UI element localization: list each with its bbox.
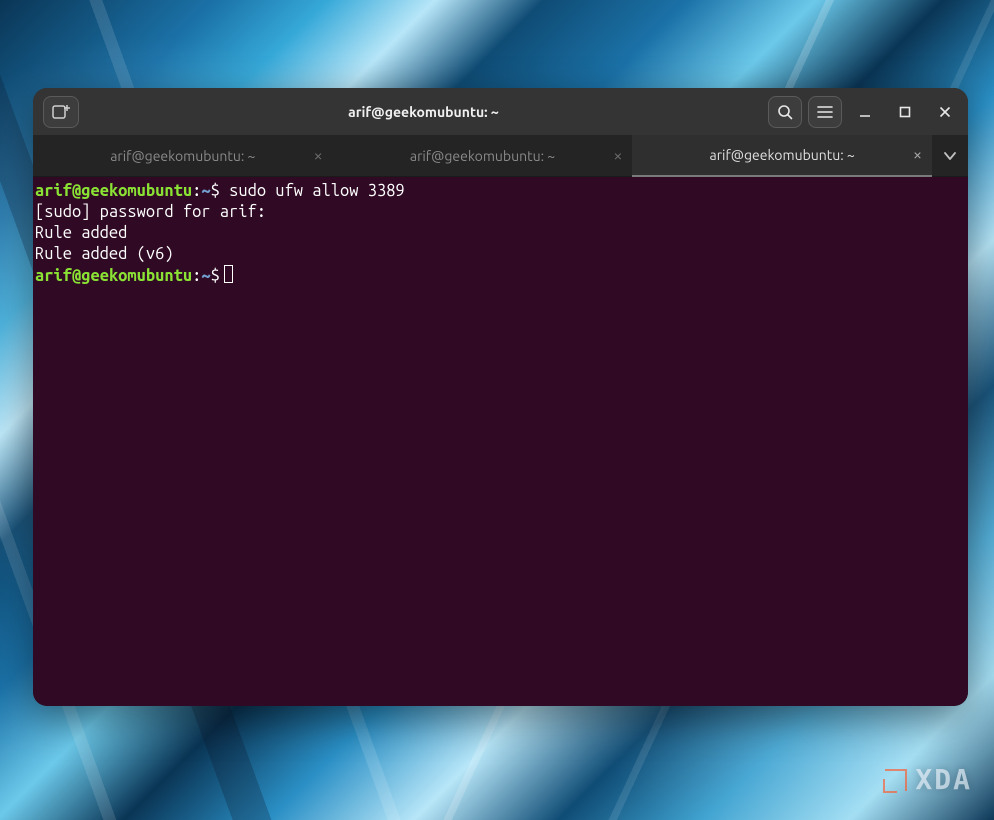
- chevron-down-icon: [944, 151, 956, 161]
- watermark-text: XDA: [915, 763, 972, 796]
- close-button[interactable]: [928, 96, 962, 128]
- watermark-logo-icon: [885, 769, 907, 791]
- desktop-background: arif@geekomubuntu: ~: [0, 0, 994, 820]
- new-tab-button[interactable]: [43, 96, 79, 128]
- new-tab-icon: [52, 104, 70, 120]
- titlebar: arif@geekomubuntu: ~: [33, 88, 968, 135]
- prompt-user: arif@geekomubuntu: [35, 182, 192, 200]
- watermark: XDA: [885, 763, 972, 796]
- prompt-user: arif@geekomubuntu: [35, 267, 192, 285]
- output-line: Rule added: [35, 224, 127, 242]
- tab-close-button[interactable]: ×: [913, 147, 922, 163]
- tab-close-button[interactable]: ×: [613, 148, 622, 164]
- output-line: [sudo] password for arif:: [35, 203, 266, 221]
- prompt-symbol: $: [211, 267, 220, 285]
- search-button[interactable]: [768, 96, 802, 128]
- hamburger-menu-button[interactable]: [808, 96, 842, 128]
- minimize-button[interactable]: [848, 96, 882, 128]
- hamburger-icon: [817, 105, 833, 119]
- minimize-icon: [859, 106, 871, 118]
- terminal-tab-2[interactable]: arif@geekomubuntu: ~ ×: [333, 135, 633, 177]
- tab-close-button[interactable]: ×: [314, 148, 323, 164]
- titlebar-right-group: [768, 96, 962, 128]
- command-text: sudo ufw allow 3389: [229, 182, 405, 200]
- maximize-button[interactable]: [888, 96, 922, 128]
- terminal-window: arif@geekomubuntu: ~: [33, 88, 968, 706]
- maximize-icon: [899, 106, 911, 118]
- cursor: [224, 265, 234, 283]
- tab-label: arif@geekomubuntu: ~: [710, 147, 855, 163]
- terminal-tab-3[interactable]: arif@geekomubuntu: ~ ×: [632, 135, 932, 177]
- search-icon: [777, 104, 793, 120]
- prompt-path: ~: [201, 267, 210, 285]
- close-icon: [939, 106, 951, 118]
- tab-label: arif@geekomubuntu: ~: [410, 148, 555, 164]
- terminal-tab-1[interactable]: arif@geekomubuntu: ~ ×: [33, 135, 333, 177]
- terminal-output-area[interactable]: arif@geekomubuntu:~$ sudo ufw allow 3389…: [33, 177, 968, 706]
- prompt-path: ~: [201, 182, 210, 200]
- window-title: arif@geekomubuntu: ~: [85, 104, 762, 120]
- output-line: Rule added (v6): [35, 245, 174, 263]
- tab-bar: arif@geekomubuntu: ~ × arif@geekomubuntu…: [33, 135, 968, 177]
- tab-overflow-button[interactable]: [932, 135, 968, 177]
- tab-label: arif@geekomubuntu: ~: [110, 148, 255, 164]
- prompt-symbol: $: [211, 182, 220, 200]
